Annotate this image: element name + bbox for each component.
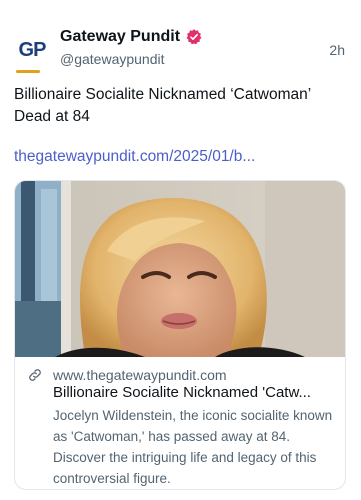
avatar-logo-swoosh xyxy=(16,70,40,73)
card-thumbnail-image[interactable] xyxy=(15,181,346,357)
avatar-logo-text: GP xyxy=(18,38,47,61)
card-domain-row: www.thegatewaypundit.com xyxy=(27,367,227,383)
post-text: Billionaire Socialite Nicknamed ‘Catwoma… xyxy=(14,86,311,125)
author-display-name[interactable]: Gateway Pundit xyxy=(60,28,180,46)
verified-badge-icon xyxy=(186,29,202,45)
post[interactable]: GP Gateway Pundit @gatewaypundit 2h Bill… xyxy=(0,0,361,500)
avatar[interactable]: GP xyxy=(12,30,52,73)
link-preview-card[interactable]: www.thegatewaypundit.com Billionaire Soc… xyxy=(14,180,346,490)
author-name-row: Gateway Pundit xyxy=(60,28,203,46)
author-handle[interactable]: @gatewaypundit xyxy=(60,51,165,67)
card-domain: www.thegatewaypundit.com xyxy=(53,367,227,383)
link-icon xyxy=(29,369,41,381)
card-description: Jocelyn Wildenstein, the iconic socialit… xyxy=(53,408,333,486)
post-link[interactable]: thegatewaypundit.com/2025/01/b... xyxy=(14,148,255,166)
post-timestamp[interactable]: 2h xyxy=(329,42,345,58)
card-title[interactable]: Billionaire Socialite Nicknamed 'Catw... xyxy=(53,384,337,401)
